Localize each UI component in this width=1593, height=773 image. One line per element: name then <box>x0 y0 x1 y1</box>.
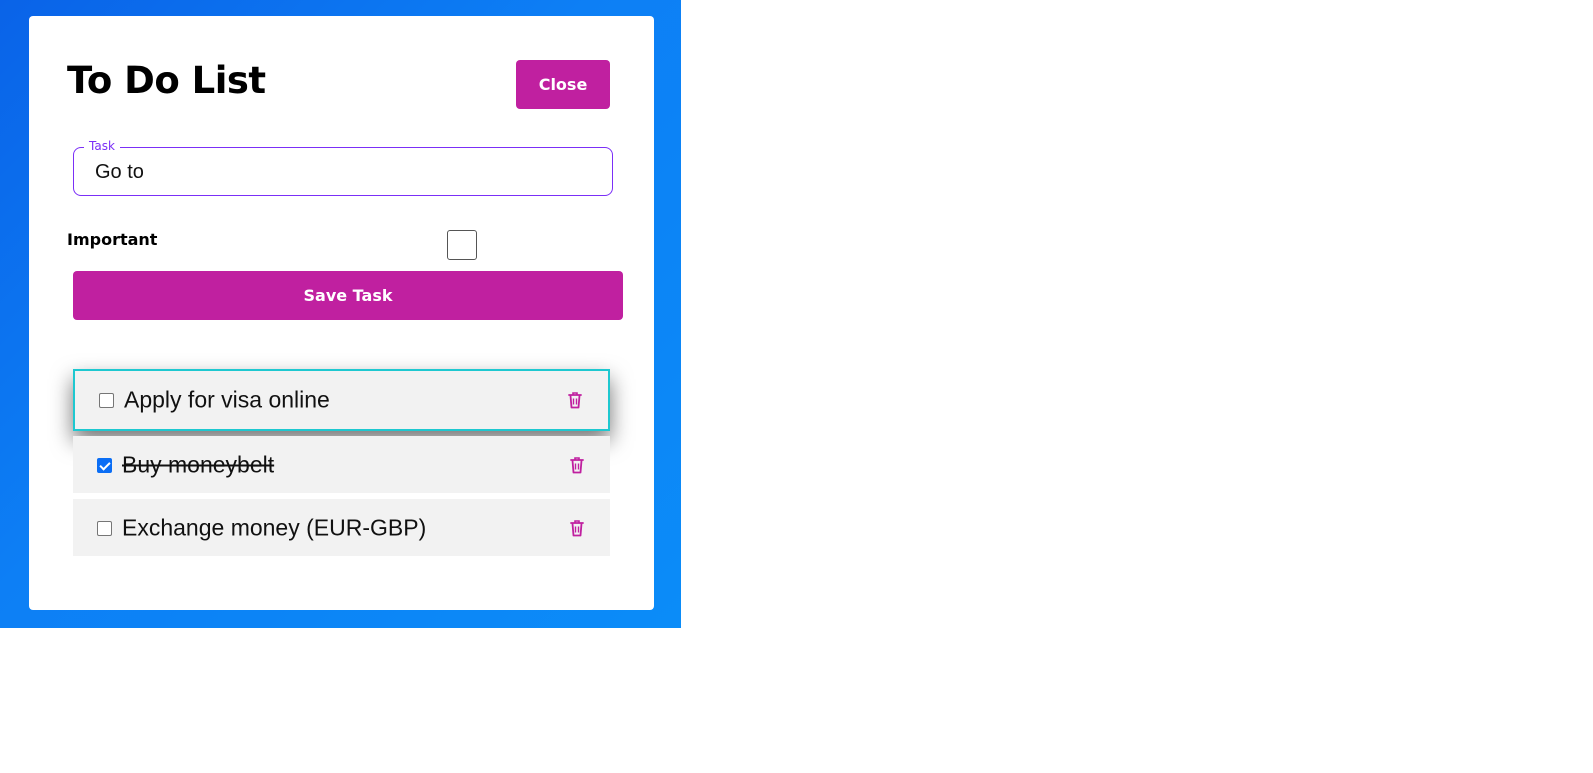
task-field-legend: Task <box>84 138 120 154</box>
task-input[interactable] <box>95 158 595 186</box>
task-complete-checkbox[interactable] <box>97 457 112 473</box>
task-item-label: Apply for visa online <box>124 386 330 413</box>
page-title: To Do List <box>67 59 266 102</box>
trash-icon[interactable] <box>570 456 584 474</box>
task-complete-checkbox[interactable] <box>99 393 114 408</box>
task-field: Task <box>73 138 613 196</box>
trash-icon[interactable] <box>570 519 584 537</box>
task-complete-checkbox[interactable] <box>97 520 112 536</box>
task-item-label: Buy moneybelt <box>122 451 275 477</box>
save-task-button[interactable]: Save Task <box>73 271 623 320</box>
important-label: Important <box>67 230 158 249</box>
task-item-label: Exchange money (EUR-GBP) <box>122 514 427 540</box>
important-checkbox[interactable] <box>447 230 477 260</box>
close-button[interactable]: Close <box>516 60 610 109</box>
trash-icon[interactable] <box>568 391 582 409</box>
task-item[interactable]: Apply for visa online <box>73 369 610 431</box>
todo-card: To Do List Close Task Important Save Tas… <box>29 16 654 610</box>
task-item[interactable]: Buy moneybelt <box>73 436 610 493</box>
task-item[interactable]: Exchange money (EUR-GBP) <box>73 499 610 556</box>
